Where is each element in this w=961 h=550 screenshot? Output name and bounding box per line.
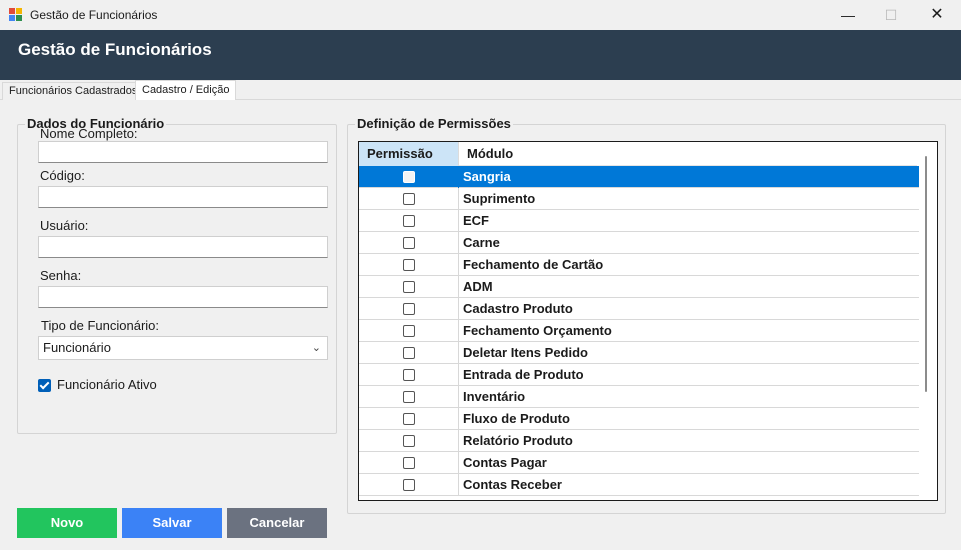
senha-label: Senha: bbox=[40, 268, 82, 283]
permissao-checkbox[interactable] bbox=[403, 413, 415, 425]
permissao-cell bbox=[359, 188, 459, 210]
permissao-cell bbox=[359, 452, 459, 474]
permissao-cell bbox=[359, 210, 459, 232]
permissao-checkbox[interactable] bbox=[403, 193, 415, 205]
permissao-checkbox[interactable] bbox=[403, 215, 415, 227]
header-title: Gestão de Funcionários bbox=[18, 40, 212, 59]
modulo-cell: Relatório Produto bbox=[463, 433, 573, 448]
permissao-cell bbox=[359, 232, 459, 254]
modulo-cell: ADM bbox=[463, 279, 493, 294]
funcionario-ativo-checkbox[interactable] bbox=[38, 379, 51, 392]
funcionario-ativo-label[interactable]: Funcionário Ativo bbox=[57, 377, 157, 392]
permissao-cell bbox=[359, 320, 459, 342]
table-row[interactable]: Deletar Itens Pedido bbox=[359, 342, 919, 364]
table-row[interactable]: ADM bbox=[359, 276, 919, 298]
column-header-permissao[interactable]: Permissão bbox=[359, 142, 459, 166]
permissao-cell bbox=[359, 364, 459, 386]
permissao-checkbox[interactable] bbox=[403, 325, 415, 337]
permissao-checkbox[interactable] bbox=[403, 171, 415, 183]
modulo-cell: Inventário bbox=[463, 389, 526, 404]
minimize-button[interactable]: — bbox=[825, 0, 871, 30]
modulo-cell: ECF bbox=[463, 213, 489, 228]
permissao-checkbox[interactable] bbox=[403, 391, 415, 403]
maximize-button[interactable]: ☐ bbox=[868, 0, 914, 30]
permissao-cell bbox=[359, 342, 459, 364]
modulo-cell: Suprimento bbox=[463, 191, 536, 206]
table-row[interactable]: Fluxo de Produto bbox=[359, 408, 919, 430]
permissao-checkbox[interactable] bbox=[403, 281, 415, 293]
modulo-cell: Sangria bbox=[463, 169, 511, 184]
nome-completo-input[interactable] bbox=[38, 141, 328, 163]
dados-funcionario-group: Dados do Funcionário Nome Completo: Códi… bbox=[17, 116, 337, 434]
permissao-checkbox[interactable] bbox=[403, 435, 415, 447]
permissao-checkbox[interactable] bbox=[403, 259, 415, 271]
tipo-funcionario-label: Tipo de Funcionário: bbox=[41, 318, 160, 333]
permissoes-grid[interactable]: Permissão Módulo Sangria Suprimento ECF Car… bbox=[358, 141, 938, 501]
permissao-checkbox[interactable] bbox=[403, 457, 415, 469]
tab-content: Dados do Funcionário Nome Completo: Códi… bbox=[0, 100, 961, 550]
cancelar-button[interactable]: Cancelar bbox=[227, 508, 327, 538]
tab-strip: Funcionários Cadastrados Cadastro / Ediç… bbox=[0, 80, 961, 101]
codigo-label: Código: bbox=[40, 168, 85, 183]
app-header: Gestão de Funcionários bbox=[0, 30, 961, 80]
salvar-button[interactable]: Salvar bbox=[122, 508, 222, 538]
usuario-label: Usuário: bbox=[40, 218, 89, 233]
nome-completo-label: Nome Completo: bbox=[40, 126, 138, 141]
modulo-cell: Fluxo de Produto bbox=[463, 411, 570, 426]
modulo-cell: Carne bbox=[463, 235, 500, 250]
modulo-cell: Deletar Itens Pedido bbox=[463, 345, 588, 360]
modulo-cell: Entrada de Produto bbox=[463, 367, 584, 382]
modulo-cell: Fechamento Orçamento bbox=[463, 323, 612, 338]
window-titlebar: Gestão de Funcionários — ☐ ✕ bbox=[0, 0, 961, 30]
tipo-funcionario-value: Funcionário bbox=[43, 340, 111, 355]
permissao-cell bbox=[359, 254, 459, 276]
table-row[interactable]: Contas Pagar bbox=[359, 452, 919, 474]
senha-input[interactable] bbox=[38, 286, 328, 308]
table-row[interactable]: Fechamento de Cartão bbox=[359, 254, 919, 276]
permissao-checkbox[interactable] bbox=[403, 303, 415, 315]
table-row[interactable]: Sangria bbox=[359, 166, 919, 188]
modulo-cell: Cadastro Produto bbox=[463, 301, 573, 316]
permissao-cell bbox=[359, 408, 459, 430]
table-row[interactable]: ECF bbox=[359, 210, 919, 232]
permissao-cell bbox=[359, 430, 459, 452]
permissao-checkbox[interactable] bbox=[403, 347, 415, 359]
window-title: Gestão de Funcionários bbox=[30, 8, 158, 22]
table-row[interactable]: Entrada de Produto bbox=[359, 364, 919, 386]
codigo-input[interactable] bbox=[38, 186, 328, 208]
permissoes-title: Definição de Permissões bbox=[355, 116, 513, 131]
modulo-cell: Fechamento de Cartão bbox=[463, 257, 604, 272]
permissao-checkbox[interactable] bbox=[403, 479, 415, 491]
tab-cadastro-edicao[interactable]: Cadastro / Edição bbox=[135, 80, 237, 101]
table-row[interactable]: Carne bbox=[359, 232, 919, 254]
permissao-cell bbox=[359, 386, 459, 408]
tab-funcionarios-cadastrados[interactable]: Funcionários Cadastrados bbox=[2, 82, 145, 101]
column-header-modulo[interactable]: Módulo bbox=[459, 142, 917, 166]
chevron-down-icon: ⌄ bbox=[311, 342, 321, 354]
modulo-cell: Contas Receber bbox=[463, 477, 562, 492]
table-row[interactable]: Suprimento bbox=[359, 188, 919, 210]
permissao-cell bbox=[359, 276, 459, 298]
permissoes-group: Definição de Permissões Permissão Módulo… bbox=[347, 116, 946, 514]
close-button[interactable]: ✕ bbox=[914, 0, 960, 30]
table-row[interactable]: Cadastro Produto bbox=[359, 298, 919, 320]
table-row[interactable]: Inventário bbox=[359, 386, 919, 408]
table-row[interactable]: Fechamento Orçamento bbox=[359, 320, 919, 342]
permissao-cell bbox=[359, 166, 459, 188]
novo-button[interactable]: Novo bbox=[17, 508, 117, 538]
permissao-checkbox[interactable] bbox=[403, 369, 415, 381]
permissao-cell bbox=[359, 474, 459, 496]
modulo-cell: Contas Pagar bbox=[463, 455, 547, 470]
table-row[interactable]: Contas Receber bbox=[359, 474, 919, 496]
table-row[interactable]: Relatório Produto bbox=[359, 430, 919, 452]
app-icon bbox=[9, 8, 22, 21]
usuario-input[interactable] bbox=[38, 236, 328, 258]
permissao-cell bbox=[359, 298, 459, 320]
tipo-funcionario-select[interactable]: Funcionário ⌄ bbox=[38, 336, 328, 360]
permissoes-rows: Sangria Suprimento ECF Carne Fechamento de C… bbox=[359, 166, 919, 496]
vertical-scrollbar[interactable] bbox=[925, 156, 927, 392]
permissao-checkbox[interactable] bbox=[403, 237, 415, 249]
